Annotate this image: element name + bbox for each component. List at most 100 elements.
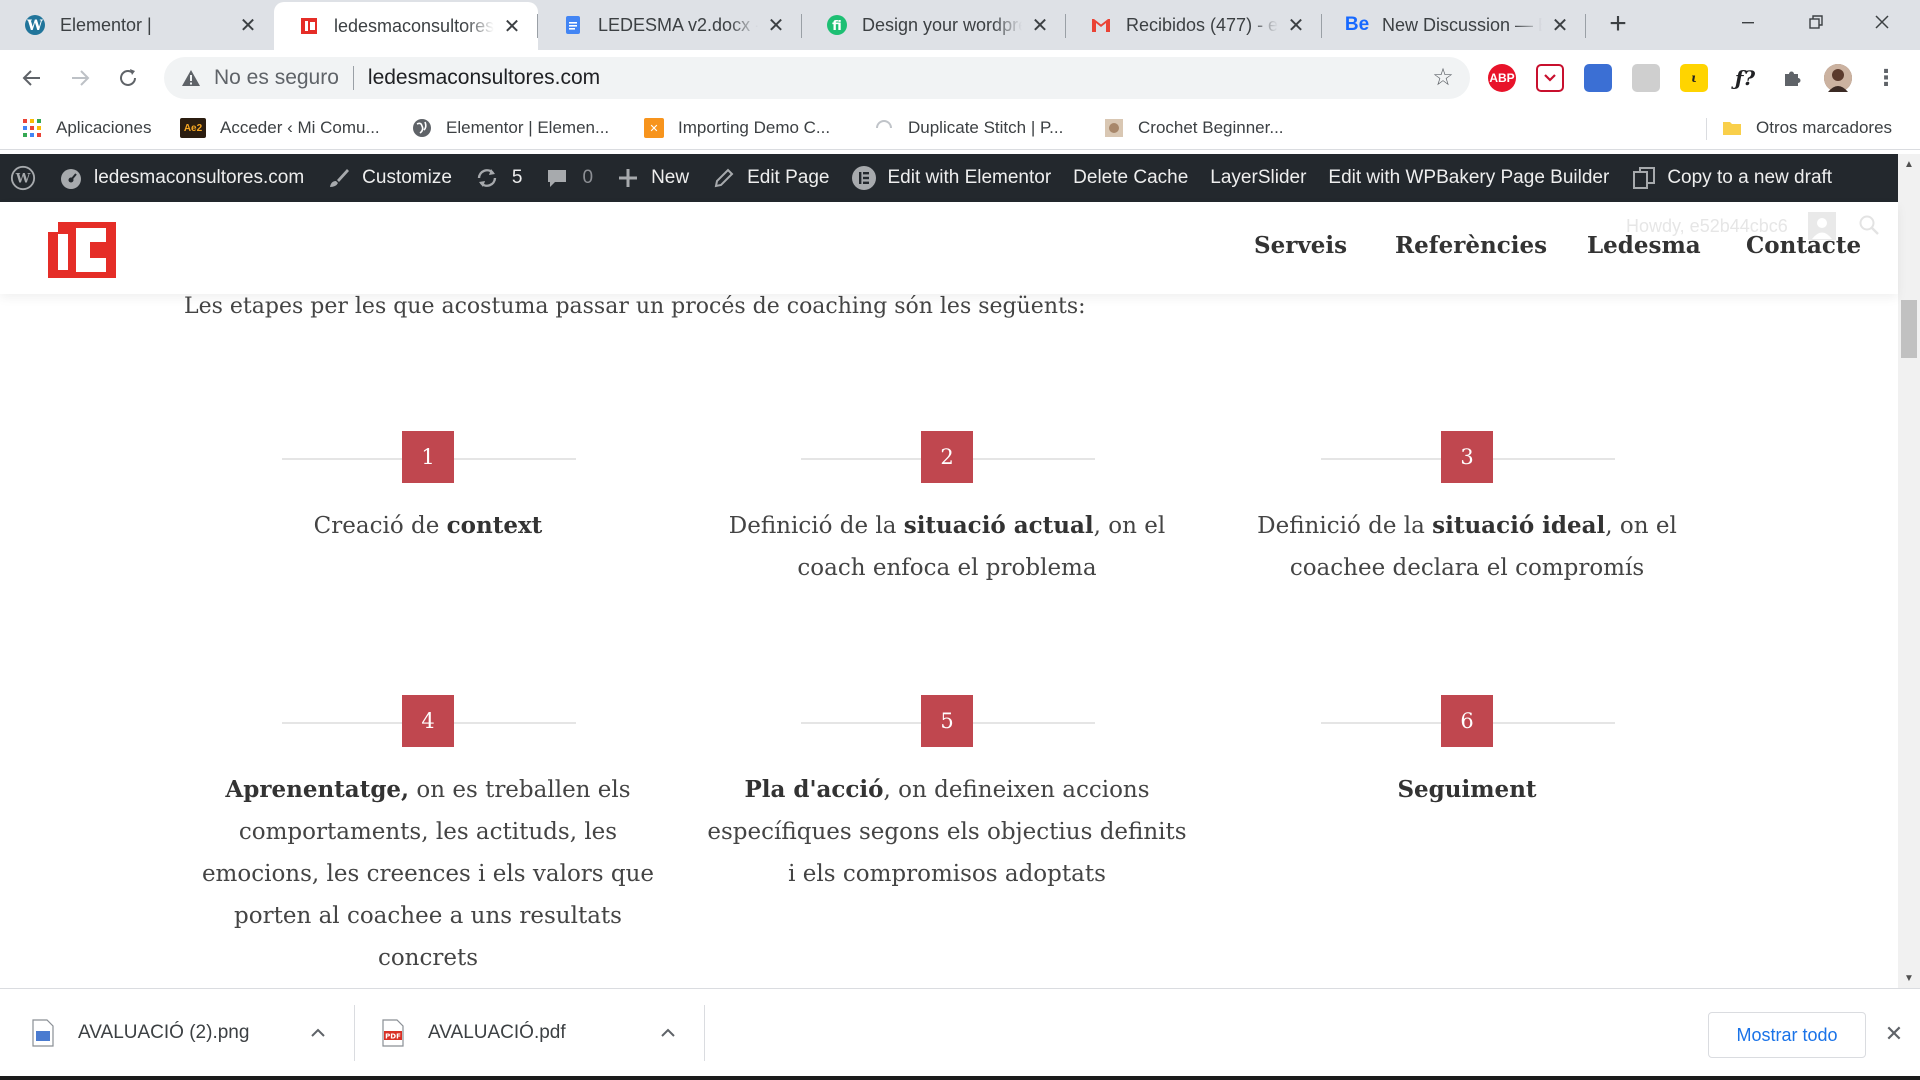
loading-icon (874, 118, 894, 138)
ledesma-logo-icon (298, 15, 320, 37)
updates-count: 5 (511, 167, 523, 188)
bookmarks-bar: Aplicaciones Ae2 Acceder ‹ Mi Comu... El… (0, 106, 1920, 150)
tab-ledesma-docx[interactable]: LEDESMA v2.docx - Documentos de Google ✕ (538, 0, 802, 50)
star-icon[interactable]: ☆ (1430, 65, 1456, 91)
puzzle-icon[interactable] (1778, 64, 1806, 92)
elementor-icon (851, 165, 877, 191)
bookmark-acceder[interactable]: Ae2 Acceder ‹ Mi Comu... (180, 114, 380, 142)
close-icon[interactable]: ✕ (1028, 13, 1052, 37)
step-keyword: Aprenentatge, (225, 776, 410, 803)
nav-referencies[interactable]: Referències (1395, 232, 1547, 259)
yellow-extension-icon[interactable]: ι (1680, 64, 1708, 92)
bookmark-label: Otros marcadores (1756, 118, 1893, 137)
adblock-icon[interactable]: ABP (1488, 64, 1516, 92)
step-keyword: Seguiment (1397, 776, 1537, 803)
intro-text: Les etapes per les que acostuma passar u… (184, 294, 1086, 319)
scroll-up-arrow-icon[interactable]: ▲ (1898, 154, 1920, 174)
arrow-right-icon (72, 70, 90, 86)
address-bar[interactable]: No es seguro ledesmaconsultores.com ☆ (164, 57, 1470, 99)
back-button[interactable] (14, 60, 50, 96)
close-icon[interactable]: ✕ (236, 13, 260, 37)
nav-serveis[interactable]: Serveis (1254, 232, 1347, 259)
page-scrollbar[interactable]: ▲ ▼ (1898, 154, 1920, 988)
menu-icon[interactable]: ⋮ (1872, 64, 1900, 92)
font-finder-icon[interactable]: ƒ? (1728, 64, 1762, 92)
arrow-left-icon (22, 70, 40, 86)
close-icon[interactable]: ✕ (500, 14, 524, 38)
restore-button[interactable] (1786, 0, 1846, 44)
security-label[interactable]: No es seguro (214, 66, 339, 90)
url-text[interactable]: ledesmaconsultores.com (368, 66, 600, 90)
admin-wpbakery[interactable]: Edit with WPBakery Page Builder (1317, 154, 1620, 202)
close-icon[interactable]: ✕ (1882, 1022, 1906, 1046)
bookmark-label: Duplicate Stitch | P... (908, 118, 1064, 137)
new-tab-button[interactable]: + (1600, 9, 1636, 40)
download-filename: AVALUACIÓ.pdf (428, 1022, 566, 1043)
wp-logo-menu[interactable]: W (0, 154, 47, 202)
admin-layerslider[interactable]: LayerSlider (1199, 154, 1317, 202)
scroll-down-arrow-icon[interactable]: ▼ (1898, 968, 1920, 988)
grey-extension-icon[interactable] (1632, 64, 1660, 92)
bookmark-label: Importing Demo C... (678, 118, 831, 137)
admin-edit-elementor[interactable]: Edit with Elementor (840, 154, 1062, 202)
admin-comments[interactable]: 0 (533, 154, 604, 202)
step-description: Pla d'acció, on defineixen accions espec… (702, 769, 1192, 895)
window-extension-icon[interactable] (1584, 64, 1612, 92)
step-number: 4 (402, 695, 454, 747)
admin-copy-draft[interactable]: Copy to a new draft (1620, 154, 1843, 202)
step-number: 5 (921, 695, 973, 747)
admin-edit-page[interactable]: Edit Page (700, 154, 840, 202)
close-window-button[interactable] (1852, 0, 1912, 44)
updates-icon (474, 165, 500, 191)
chevron-up-icon[interactable] (306, 1021, 330, 1045)
admin-updates[interactable]: 5 (463, 154, 534, 202)
bookmark-elementor[interactable]: Elementor | Elemen... (412, 114, 609, 142)
avatar[interactable] (1824, 64, 1852, 92)
image-file-icon (32, 1019, 54, 1047)
reload-icon (120, 69, 136, 86)
site-header: Howdy, e52b44cbc6 Serveis Referències Le… (0, 202, 1898, 294)
tab-separator (1585, 14, 1586, 38)
nav-contacte[interactable]: Contacte (1746, 232, 1861, 259)
site-name-label: ledesmaconsultores.com (94, 167, 305, 188)
minimize-button[interactable] (1718, 0, 1778, 44)
bookmark-crochet[interactable]: Crochet Beginner... (1104, 114, 1284, 142)
admin-site-name[interactable]: ledesmaconsultores.com (47, 154, 315, 202)
bookmark-otros[interactable]: Otros marcadores (1722, 114, 1892, 142)
tab-design-wordpress[interactable]: fi Design your wordpress website ✕ (802, 0, 1066, 50)
download-item-pdf[interactable]: PDF AVALUACIÓ.pdf (382, 989, 702, 1077)
pdf-file-icon: PDF (382, 1019, 404, 1047)
scrollbar-thumb[interactable] (1901, 300, 1917, 358)
bookmark-importing-demo[interactable]: ✕ Importing Demo C... (644, 114, 830, 142)
pocket-icon[interactable] (1536, 64, 1564, 92)
search-icon[interactable] (1858, 214, 1882, 238)
admin-customize[interactable]: Customize (315, 154, 463, 202)
tab-elementor[interactable]: W Elementor | ✕ (0, 0, 274, 50)
crochet-thumb-icon (1104, 118, 1124, 138)
gmail-icon (1090, 14, 1112, 36)
tab-separator (1065, 14, 1066, 38)
tab-gmail[interactable]: Recibidos (477) - estudio ✕ (1066, 0, 1322, 50)
close-icon[interactable]: ✕ (764, 13, 788, 37)
edit-elementor-label: Edit with Elementor (887, 167, 1052, 188)
new-label: New (651, 167, 690, 188)
tab-ledesma[interactable]: ledesmaconsultores.com ✕ (274, 2, 538, 50)
bookmark-aplicaciones[interactable]: Aplicaciones (22, 114, 151, 142)
nav-ledesma[interactable]: Ledesma (1587, 232, 1701, 259)
show-all-button[interactable]: Mostrar todo (1708, 1012, 1866, 1058)
close-icon[interactable]: ✕ (1548, 13, 1572, 37)
chevron-up-icon[interactable] (656, 1021, 680, 1045)
bookmark-duplicate-stitch[interactable]: Duplicate Stitch | P... (874, 114, 1063, 142)
admin-delete-cache[interactable]: Delete Cache (1062, 154, 1199, 202)
ledesma-logo[interactable] (48, 222, 116, 278)
close-icon[interactable]: ✕ (1284, 13, 1308, 37)
warning-icon[interactable] (180, 67, 202, 89)
tab-behance[interactable]: Be New Discussion — Behance ✕ (1322, 0, 1586, 50)
forward-button[interactable] (62, 60, 98, 96)
reload-button[interactable] (110, 60, 146, 96)
bookmark-label: Elementor | Elemen... (446, 118, 610, 137)
tab-title: Design your wordpress website (862, 14, 1022, 35)
download-item-png[interactable]: AVALUACIÓ (2).png (32, 989, 352, 1077)
admin-new[interactable]: New (604, 154, 700, 202)
download-separator (704, 1005, 705, 1061)
